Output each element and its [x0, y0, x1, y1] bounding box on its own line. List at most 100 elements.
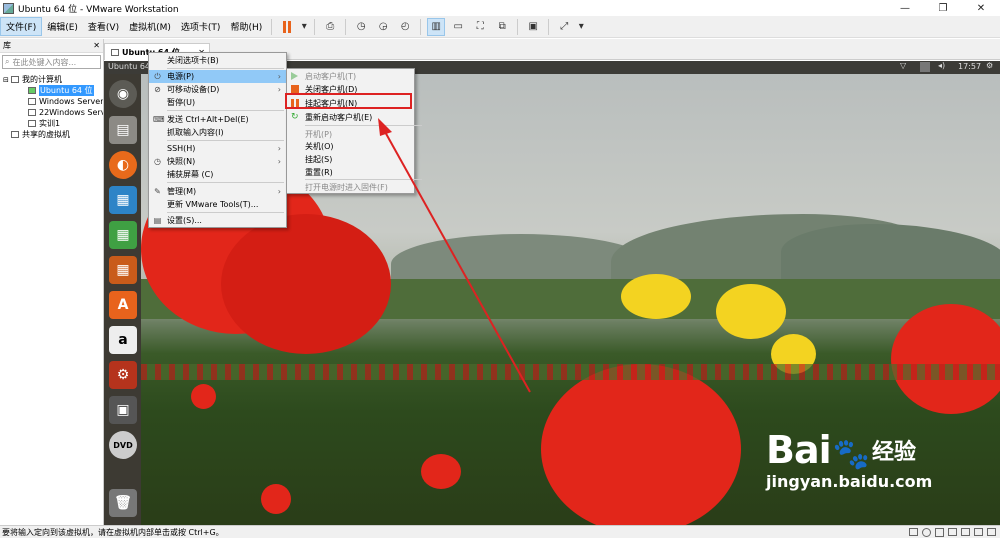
ubuntu-window-title: Ubuntu 64 — [108, 62, 151, 71]
menu-edit[interactable]: 编辑(E) — [42, 18, 83, 35]
libreoffice-writer-icon[interactable]: ▦ — [109, 186, 137, 214]
play-icon — [291, 72, 298, 80]
stretch-icon[interactable]: ⤢ — [555, 18, 573, 36]
restart-icon: ↻ — [291, 112, 299, 122]
libreoffice-calc-icon[interactable]: ▦ — [109, 221, 137, 249]
shared-icon — [11, 131, 19, 138]
menu-item-removable-devices[interactable]: ⊘ 可移动设备(D) › — [149, 83, 286, 96]
system-settings-icon[interactable]: ⚙ — [109, 361, 137, 389]
library-view-icon[interactable]: ▥ — [427, 17, 446, 36]
vm-icon — [28, 120, 36, 127]
network-adapter-icon[interactable] — [948, 527, 957, 536]
library-title: 库 — [3, 41, 11, 50]
removable-device-icon: ⊘ — [154, 85, 161, 94]
submenu-arrow-icon: › — [277, 85, 281, 94]
tree-shixun1[interactable]: 实训1 — [0, 118, 103, 129]
vm-icon — [28, 98, 36, 105]
network-icon: ▽ — [900, 61, 907, 70]
maximize-button[interactable]: ❐ — [924, 0, 962, 16]
gear-icon: ⚙ — [986, 61, 994, 70]
window-title: Ubuntu 64 位 - VMware Workstation — [18, 4, 179, 15]
callout-box — [285, 93, 412, 109]
keyboard-icon: ⌨ — [153, 115, 165, 124]
floppy-disk-icon[interactable]: ▣ — [109, 396, 137, 424]
unity-icon[interactable]: ⧉ — [493, 18, 511, 36]
trash-icon[interactable]: 🗑 — [109, 489, 137, 517]
vm-tab-context-menu: 关闭选项卡(B) ⏻ 电源(P) › ⊘ 可移动设备(D) › 暂停(U) ⌨ 发送 Ct… — [148, 52, 287, 228]
menu-file[interactable]: 文件(F) — [0, 17, 43, 36]
tree-shared-vms[interactable]: 共享的虚拟机 — [0, 129, 103, 140]
settings-icon: ▤ — [153, 216, 162, 225]
title-bar: Ubuntu 64 位 - VMware Workstation — ❐ ✕ — [0, 0, 1000, 16]
console-icon[interactable]: ▣ — [524, 18, 542, 36]
submenu-arrow-icon: › — [277, 144, 281, 153]
submenu-arrow-icon: › — [277, 72, 281, 81]
menu-toolbar: 文件(F) 编辑(E) 查看(V) 虚拟机(M) 选项卡(T) 帮助(H) ▾ … — [0, 16, 1000, 38]
tree-ubuntu[interactable]: Ubuntu 64 位 — [0, 85, 103, 96]
hdd-icon[interactable] — [909, 527, 918, 536]
menu-item-manage[interactable]: ✎ 管理(M) › — [149, 185, 286, 198]
menu-item-send-ctrl-alt-del[interactable]: ⌨ 发送 Ctrl+Alt+Del(E) — [149, 113, 286, 126]
files-icon[interactable]: ▤ — [109, 116, 137, 144]
menu-tabs[interactable]: 选项卡(T) — [176, 18, 226, 35]
submenu-start-guest[interactable]: 启动客户机(T) — [287, 70, 414, 82]
menu-item-close-tab[interactable]: 关闭选项卡(B) — [149, 54, 286, 67]
power-icon: ⏻ — [154, 72, 161, 81]
snapshot-manager-icon[interactable]: ◴ — [396, 18, 414, 36]
wrench-icon: ✎ — [154, 187, 161, 196]
minimize-button[interactable]: — — [886, 0, 924, 16]
menu-item-ssh[interactable]: SSH(H) › — [149, 142, 286, 155]
volume-icon: ◂) — [938, 61, 946, 70]
library-panel: 库 ✕ ⌕ 在此处键入内容... ⊟ 我的计算机 Ubuntu 64 位 Wind… — [0, 39, 104, 525]
firefox-icon[interactable]: ◐ — [109, 151, 137, 179]
floppy-icon[interactable] — [935, 527, 944, 537]
pause-icon[interactable] — [278, 18, 296, 36]
revert-snapshot-icon[interactable]: ◶ — [374, 18, 392, 36]
libreoffice-impress-icon[interactable]: ▦ — [109, 256, 137, 284]
send-keys-icon[interactable]: ⎙ — [321, 18, 339, 36]
vm-icon — [28, 109, 36, 116]
amazon-icon[interactable]: a — [109, 326, 137, 354]
thumbnail-view-icon[interactable]: ▭ — [449, 18, 467, 36]
computer-icon — [11, 76, 19, 83]
snapshot-icon[interactable]: ◷ — [352, 18, 370, 36]
menu-item-grab-input[interactable]: 抓取输入内容(I) — [149, 126, 286, 139]
library-search-placeholder: 在此处键入内容... — [12, 57, 77, 67]
display-icon[interactable] — [987, 527, 996, 536]
menu-item-pause[interactable]: 暂停(U) — [149, 96, 286, 109]
menu-view[interactable]: 查看(V) — [83, 18, 124, 35]
menu-vm[interactable]: 虚拟机(M) — [124, 18, 176, 35]
dvd-icon[interactable]: DVD — [109, 431, 137, 459]
menu-help[interactable]: 帮助(H) — [225, 18, 267, 35]
dropdown-arrow-icon[interactable]: ▾ — [300, 18, 308, 36]
submenu-arrow-icon: › — [277, 157, 281, 166]
watermark-suffix: 经验 — [872, 440, 917, 465]
close-button[interactable]: ✕ — [962, 0, 1000, 16]
library-close-icon[interactable]: ✕ — [93, 41, 100, 50]
ubuntu-launcher: ◉ ▤ ◐ ▦ ▦ ▦ A a ⚙ ▣ DVD 🗑 — [104, 74, 141, 525]
tree-22windows-server[interactable]: 22Windows Server — [0, 107, 103, 118]
stop-icon — [291, 85, 299, 93]
search-icon: ⌕ — [5, 57, 10, 66]
usb-icon[interactable] — [961, 527, 970, 536]
menu-item-snapshot[interactable]: ◷ 快照(N) › — [149, 155, 286, 168]
tree-windows-server[interactable]: Windows Server — [0, 96, 103, 107]
watermark-brand: Bai — [766, 428, 832, 472]
menu-item-power[interactable]: ⏻ 电源(P) › — [149, 70, 286, 83]
tree-my-computer[interactable]: ⊟ 我的计算机 — [0, 74, 103, 85]
sound-icon[interactable] — [974, 527, 983, 536]
menu-item-capture-screen[interactable]: 捕获屏幕 (C) — [149, 168, 286, 181]
fullscreen-icon[interactable]: ⛶ — [471, 18, 489, 36]
software-center-icon[interactable]: A — [109, 291, 137, 319]
library-search-input[interactable]: ⌕ 在此处键入内容... — [2, 55, 101, 69]
ubuntu-dash-icon[interactable]: ◉ — [109, 80, 137, 108]
status-text: 要将输入定向到该虚拟机，请在虚拟机内部单击或按 Ctrl+G。 — [2, 527, 224, 537]
menu-item-settings[interactable]: ▤ 设置(S)... — [149, 214, 286, 227]
menu-item-update-tools[interactable]: 更新 VMware Tools(T)... — [149, 198, 286, 211]
clock: 17:57 — [958, 62, 982, 71]
snapshot-icon: ◷ — [154, 157, 161, 166]
cdrom-icon[interactable] — [922, 527, 931, 537]
stretch-dropdown-icon[interactable]: ▾ — [577, 18, 585, 36]
vm-running-icon — [28, 87, 36, 94]
callout-arrow — [378, 118, 531, 393]
